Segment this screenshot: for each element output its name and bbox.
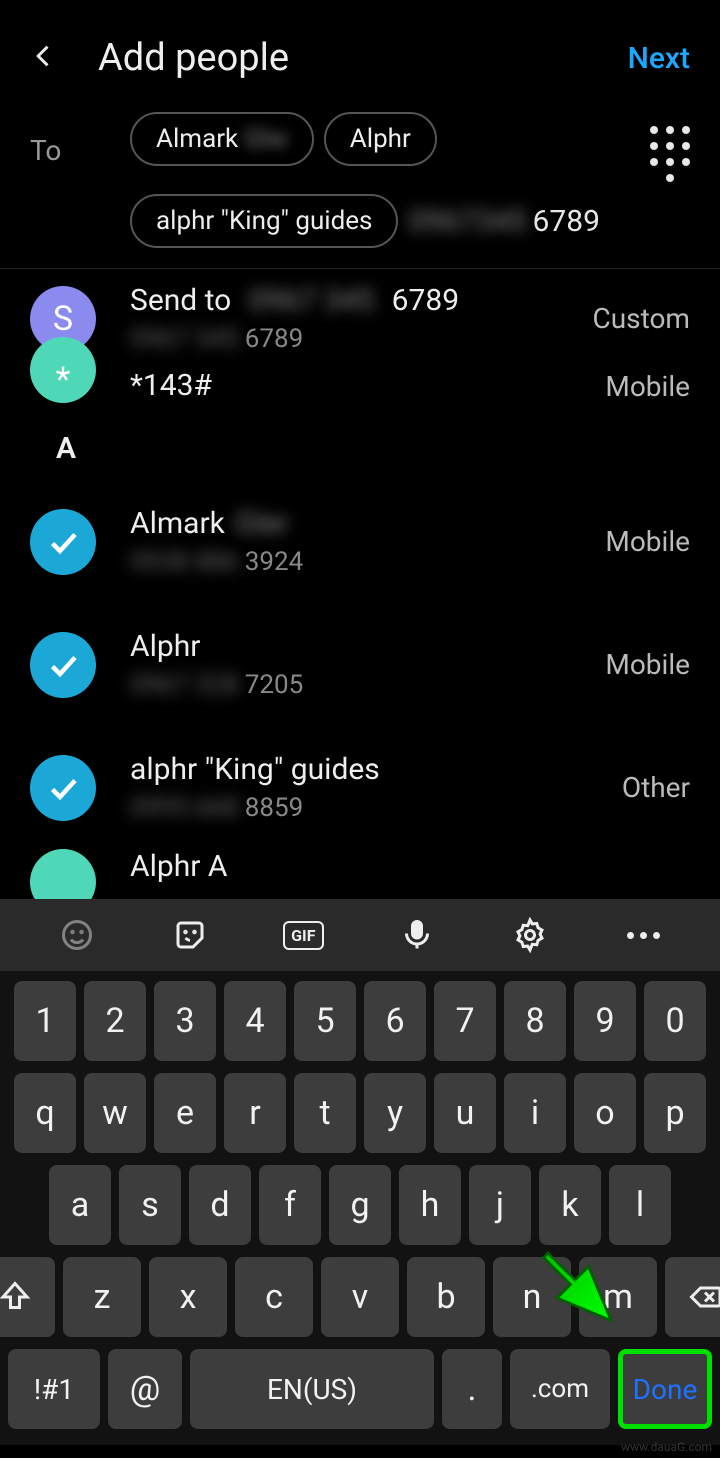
key-com[interactable]: .com — [510, 1349, 610, 1429]
key-f[interactable]: f — [259, 1165, 321, 1245]
key-w[interactable]: w — [84, 1073, 146, 1153]
key-4[interactable]: 4 — [224, 981, 286, 1061]
dialpad-icon[interactable] — [630, 112, 690, 174]
emoji-icon[interactable] — [59, 917, 95, 953]
key-8[interactable]: 8 — [504, 981, 566, 1061]
to-label: To — [30, 112, 130, 248]
highlight-arrow-icon — [530, 1244, 620, 1338]
checkmark-icon — [30, 509, 96, 575]
key-shift[interactable] — [0, 1257, 55, 1337]
key-space[interactable]: EN(US) — [190, 1349, 434, 1429]
key-u[interactable]: u — [434, 1073, 496, 1153]
recipient-chip[interactable]: alphr "King" guides — [130, 194, 398, 248]
avatar: * — [30, 337, 96, 403]
page-title: Add people — [98, 36, 289, 80]
key-done[interactable]: Done — [618, 1349, 712, 1429]
checkmark-icon — [30, 632, 96, 698]
keyboard-toolbar: GIF — [0, 899, 720, 971]
key-s[interactable]: s — [119, 1165, 181, 1245]
key-period[interactable]: . — [442, 1349, 502, 1429]
mic-icon[interactable] — [399, 917, 435, 953]
section-header: A — [0, 417, 720, 480]
key-c[interactable]: c — [235, 1257, 313, 1337]
number-type: Mobile — [605, 525, 690, 558]
number-input[interactable]: 09673456789 — [408, 204, 599, 239]
recipient-chip[interactable]: AlmarkGlw — [130, 112, 314, 166]
key-v[interactable]: v — [321, 1257, 399, 1337]
next-button[interactable]: Next — [628, 41, 690, 76]
key-5[interactable]: 5 — [294, 981, 356, 1061]
key-at[interactable]: @ — [108, 1349, 182, 1429]
key-7[interactable]: 7 — [434, 981, 496, 1061]
watermark: www.dauaG.com — [621, 1440, 712, 1454]
key-9[interactable]: 9 — [574, 981, 636, 1061]
gif-icon[interactable]: GIF — [285, 917, 321, 953]
key-symbols[interactable]: !#1 — [8, 1349, 100, 1429]
number-type: Custom — [592, 302, 690, 335]
key-0[interactable]: 0 — [644, 981, 706, 1061]
key-a[interactable]: a — [49, 1165, 111, 1245]
key-backspace[interactable] — [665, 1257, 720, 1337]
key-h[interactable]: h — [399, 1165, 461, 1245]
back-button[interactable] — [30, 42, 58, 74]
contact-row[interactable]: alphr "King" guides 0995 6688859 Other — [0, 726, 720, 849]
contact-row[interactable]: Alphr 0967 3287205 Mobile — [0, 603, 720, 726]
key-j[interactable]: j — [469, 1165, 531, 1245]
key-6[interactable]: 6 — [364, 981, 426, 1061]
key-e[interactable]: e — [154, 1073, 216, 1153]
key-z[interactable]: z — [63, 1257, 141, 1337]
contact-row[interactable]: Alphr A — [0, 849, 720, 899]
recipient-chip[interactable]: Alphr — [324, 112, 437, 166]
key-o[interactable]: o — [574, 1073, 636, 1153]
checkmark-icon — [30, 755, 96, 821]
sticker-icon[interactable] — [172, 917, 208, 953]
key-l[interactable]: l — [609, 1165, 671, 1245]
key-x[interactable]: x — [149, 1257, 227, 1337]
more-icon[interactable] — [625, 917, 661, 953]
number-type: Mobile — [605, 370, 690, 403]
keyboard: 1 2 3 4 5 6 7 8 9 0 q w e r t y u i o p … — [0, 971, 720, 1445]
key-2[interactable]: 2 — [84, 981, 146, 1061]
key-i[interactable]: i — [504, 1073, 566, 1153]
key-q[interactable]: q — [14, 1073, 76, 1153]
key-d[interactable]: d — [189, 1165, 251, 1245]
contact-row[interactable]: AlmarkGler 0938 8863924 Mobile — [0, 480, 720, 603]
key-t[interactable]: t — [294, 1073, 356, 1153]
number-type: Mobile — [605, 648, 690, 681]
key-b[interactable]: b — [407, 1257, 485, 1337]
key-k[interactable]: k — [539, 1165, 601, 1245]
key-y[interactable]: y — [364, 1073, 426, 1153]
key-3[interactable]: 3 — [154, 981, 216, 1061]
number-type: Other — [622, 771, 690, 804]
gear-icon[interactable] — [512, 917, 548, 953]
avatar — [30, 849, 96, 899]
key-p[interactable]: p — [644, 1073, 706, 1153]
contact-row-star[interactable]: * *143# Mobile — [0, 368, 720, 417]
key-1[interactable]: 1 — [14, 981, 76, 1061]
key-r[interactable]: r — [224, 1073, 286, 1153]
contact-row-send-to[interactable]: S Send to 0967 345 6789 0967 3456789 Cus… — [0, 269, 720, 368]
key-g[interactable]: g — [329, 1165, 391, 1245]
